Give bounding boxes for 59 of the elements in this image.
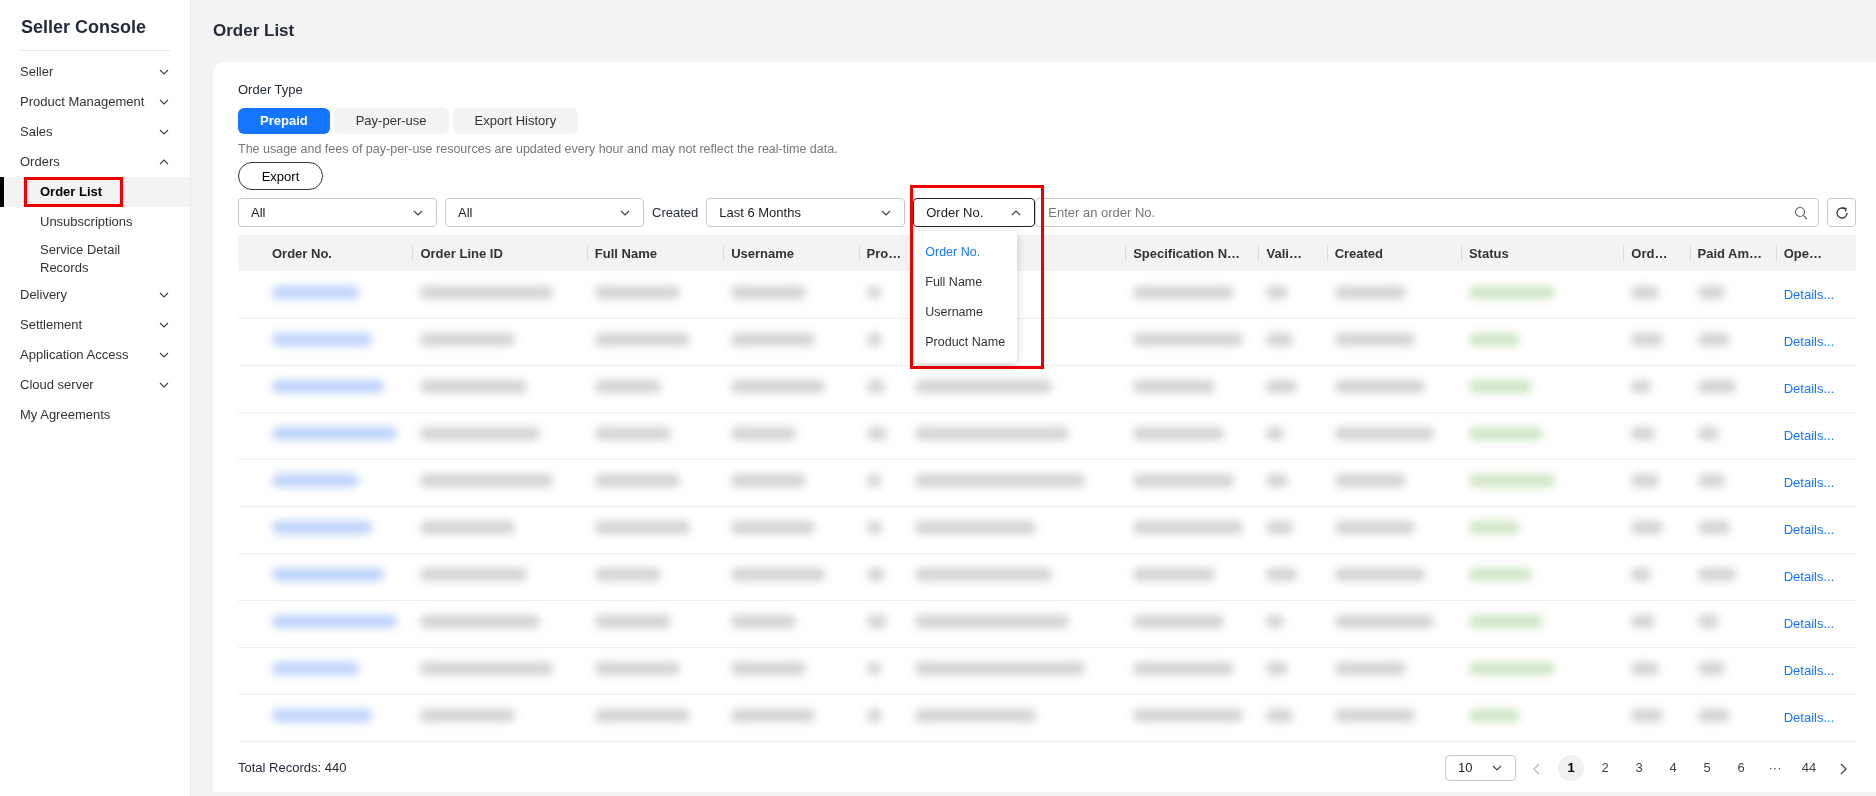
- dropdown-option[interactable]: Product Name: [913, 327, 1018, 358]
- column-header: Status: [1460, 235, 1624, 272]
- column-header: Order Line ID: [412, 235, 587, 272]
- notice-text: The usage and fees of pay-per-use resources are updated every hour and may not reflect the real-time data.: [238, 140, 839, 158]
- page-button[interactable]: 3: [1626, 754, 1652, 781]
- sidebar-item[interactable]: Sales: [0, 117, 190, 147]
- details-link[interactable]: Details...: [1783, 663, 1835, 678]
- page-button[interactable]: 4: [1660, 754, 1686, 781]
- filter-label: Created: [652, 204, 699, 222]
- page-size-select[interactable]: 10: [1445, 754, 1516, 781]
- details-link[interactable]: Details...: [1783, 569, 1835, 584]
- details-link[interactable]: Details...: [1783, 522, 1835, 537]
- sidebar-item[interactable]: Settlement: [0, 310, 190, 341]
- column-header: Vali…: [1258, 235, 1327, 272]
- select-field[interactable]: All: [238, 198, 437, 228]
- page-button[interactable]: 6: [1728, 754, 1754, 781]
- details-link[interactable]: Details...: [1783, 616, 1835, 631]
- column-header: Created: [1326, 235, 1461, 272]
- page-title: Order List: [212, 20, 296, 42]
- tab[interactable]: Export History: [452, 107, 579, 134]
- page-button[interactable]: 2: [1592, 754, 1618, 781]
- page-button[interactable]: 44: [1796, 754, 1822, 781]
- page-button[interactable]: 5: [1694, 754, 1720, 781]
- details-link[interactable]: Details...: [1783, 710, 1835, 725]
- column-header: Paid Am…: [1689, 235, 1776, 272]
- column-header: Specification N…: [1125, 235, 1259, 272]
- select-field[interactable]: Last 6 Months: [706, 198, 906, 228]
- column-header: Pro…: [858, 235, 907, 272]
- sidebar-item[interactable]: Product Management: [0, 87, 190, 117]
- details-link[interactable]: Details...: [1783, 381, 1835, 396]
- sidebar-item[interactable]: Application Access: [0, 340, 190, 371]
- sidebar-item[interactable]: My Agreements: [0, 400, 190, 431]
- column-header: Ord…: [1623, 235, 1690, 272]
- column-header: Order No.: [238, 235, 413, 272]
- section-label: Order Type: [238, 81, 304, 99]
- console-title: Seller Console: [20, 16, 148, 39]
- sidebar-item[interactable]: Delivery: [0, 280, 190, 311]
- column-header: Username: [723, 235, 859, 272]
- sidebar-item[interactable]: Orders: [0, 147, 190, 177]
- page-button[interactable]: ···: [1762, 754, 1788, 781]
- tab[interactable]: Pay-per-use: [333, 107, 449, 134]
- column-header: Full Name: [586, 235, 724, 272]
- select-field[interactable]: Order No.: [913, 198, 1036, 228]
- sidebar-subitem[interactable]: Unsubscriptions: [0, 207, 190, 237]
- select-field[interactable]: All: [445, 198, 644, 228]
- details-link[interactable]: Details...: [1783, 428, 1835, 443]
- dropdown-option[interactable]: Username: [913, 297, 1018, 328]
- page-button[interactable]: 1: [1558, 754, 1584, 781]
- sidebar-subitem[interactable]: Service Detail Records: [0, 237, 190, 281]
- total-records: Total Records: 440: [238, 759, 347, 777]
- details-link[interactable]: Details...: [1783, 286, 1835, 302]
- details-link[interactable]: Details...: [1783, 475, 1835, 490]
- export-button[interactable]: Export: [238, 162, 323, 191]
- sidebar-item[interactable]: Seller: [0, 57, 190, 87]
- dropdown-option[interactable]: Full Name: [913, 267, 1018, 298]
- tab[interactable]: Prepaid: [238, 107, 330, 134]
- column-header: Ope…: [1775, 235, 1856, 272]
- sidebar-item[interactable]: Cloud server: [0, 370, 190, 401]
- details-link[interactable]: Details...: [1783, 334, 1835, 349]
